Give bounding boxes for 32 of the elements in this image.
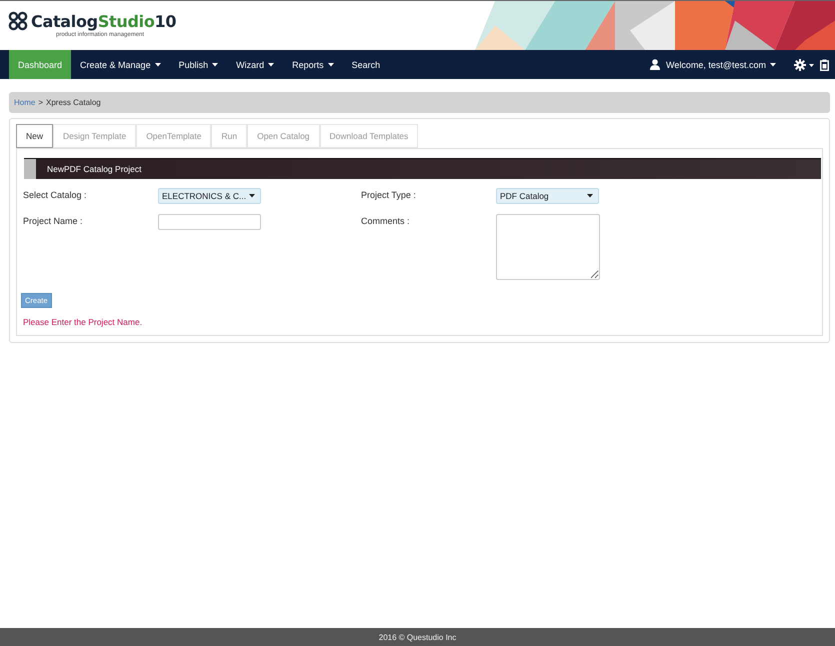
caret-icon	[212, 62, 218, 66]
breadcrumb-current: Xpress Catalog	[46, 98, 101, 107]
caret-icon	[154, 62, 161, 66]
caret-icon	[770, 62, 776, 66]
project-name-field[interactable]	[158, 214, 261, 230]
comments-field[interactable]	[496, 214, 600, 280]
nav-link[interactable]: Wizard	[227, 50, 284, 79]
field-label: Comments :	[361, 215, 411, 226]
field-label: Project Type :	[361, 189, 417, 200]
breadcrumb-separator: >	[38, 98, 44, 107]
caret-icon	[328, 62, 334, 66]
nav-link[interactable]: Search	[342, 50, 390, 79]
field-label: Select Catalog :	[23, 189, 88, 200]
field-label: Project Name :	[23, 215, 84, 226]
project-type-select[interactable]: PDF Catalog	[496, 188, 599, 204]
logo-text: CatalogStudio10	[31, 12, 176, 30]
caret-icon	[587, 194, 593, 198]
nav-link[interactable]: Create & Manage	[71, 50, 170, 79]
logo-icon	[8, 11, 28, 31]
user-icon	[650, 59, 660, 70]
catalog-select[interactable]: ELECTRONICS & C...	[158, 188, 261, 204]
nav-link[interactable]: Reports	[283, 50, 343, 79]
caret-icon	[249, 194, 255, 198]
section-title: NewPDF Catalog Project	[47, 164, 142, 174]
copyright-text: 2016 © Questudio Inc	[378, 632, 456, 642]
settings-icon[interactable]	[794, 58, 814, 70]
caret-icon	[268, 62, 274, 66]
tab[interactable]: New	[16, 124, 54, 148]
user-menu[interactable]: Welcome, test@test.com	[666, 60, 788, 70]
error-message: Please Enter the Project Name.	[23, 317, 144, 327]
clipboard-icon[interactable]	[820, 58, 829, 70]
nav-link[interactable]: Publish	[170, 50, 228, 79]
